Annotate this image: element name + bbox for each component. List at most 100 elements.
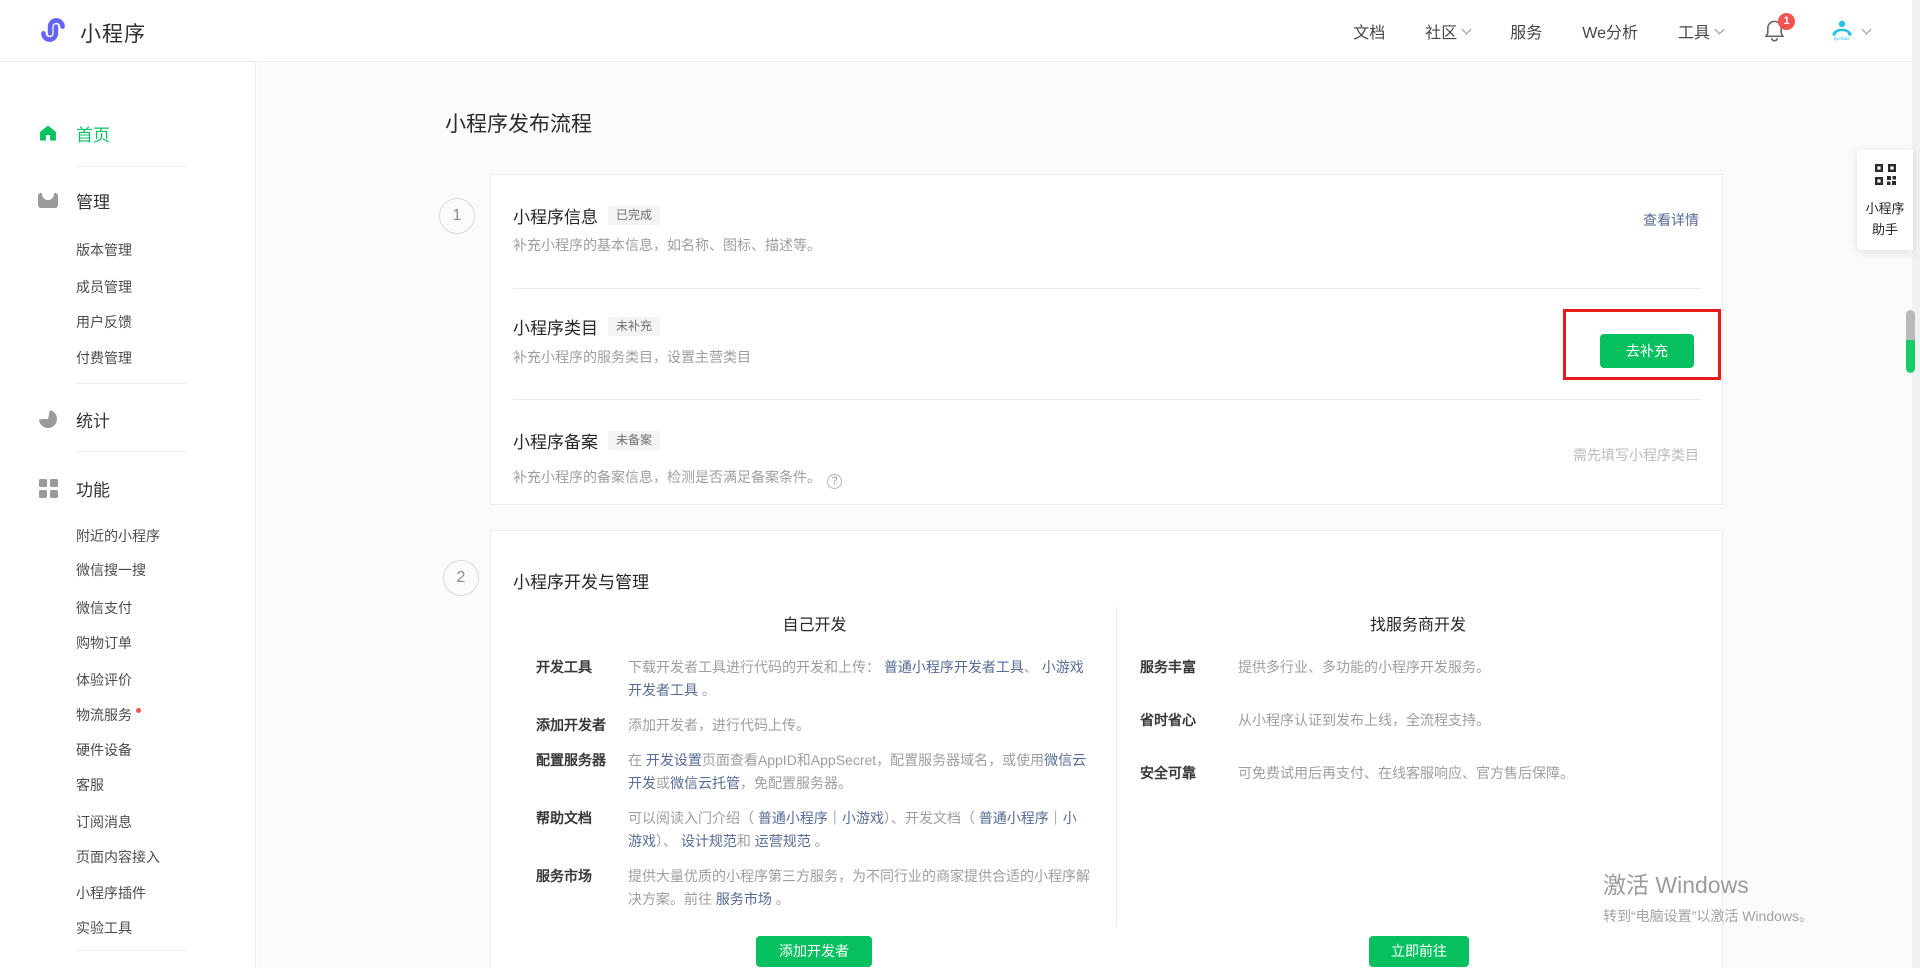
assistant-label: 小程序 助手 [1857,198,1913,240]
divider [513,399,1702,400]
nav-item-community[interactable]: 社区 [1425,19,1470,43]
nav-item-services[interactable]: 服务 [1510,19,1542,43]
dev-row-label: 开发工具 [536,656,628,702]
sidebar-item-wechat-pay[interactable]: 微信支付 [76,597,132,619]
provider-row-text: 可免费试用后再支付、在线客服响应、官方售后保障。 [1238,762,1574,785]
sidebar-item-logistics-service[interactable]: 物流服务 [76,704,141,726]
sidebar-item-wechat-search[interactable]: 微信搜一搜 [76,559,146,581]
inline-link[interactable]: ｜ [1049,810,1063,826]
row-title-icp: 小程序备案 未备案 [513,428,660,453]
sidebar-section-manage[interactable]: 管理 [38,189,110,211]
question-circle-icon[interactable]: ? [827,474,842,489]
sidebar-section-stats[interactable]: 统计 [38,408,110,430]
page-title: 小程序发布流程 [445,108,592,138]
pie-chart-icon [38,409,58,429]
card2-title: 小程序开发与管理 [513,568,649,593]
nav-item-docs[interactable]: 文档 [1353,19,1385,43]
inline-link[interactable]: 服务市场 [716,891,772,907]
sidebar-item-experience-review[interactable]: 体验评价 [76,669,132,691]
sidebar-item-member-manage[interactable]: 成员管理 [76,276,132,298]
sidebar-item-nearby-miniprogram[interactable]: 附近的小程序 [76,525,160,547]
scrollbar-track [1912,0,1920,968]
status-badge-not-filled: 未补充 [608,317,660,336]
inline-link[interactable]: 开发设置 [646,752,702,768]
sidebar-section-label: 功能 [76,476,110,501]
nav-label: 社区 [1425,19,1457,43]
column-header-find-provider: 找服务商开发 [1138,611,1698,633]
sidebar-item-customer-service[interactable]: 客服 [76,774,104,796]
step-number-1: 1 [439,198,475,234]
inline-link[interactable]: 普通小程序开发者工具 [884,659,1024,675]
dev-row-add-developer: 添加开发者 添加开发者，进行代码上传。 [513,714,1116,737]
dev-row-text: 提供大量优质的小程序第三方服务，为不同行业的商家提供合适的小程序解决方案。前往 … [628,865,1090,911]
dev-row-text: 添加开发者，进行代码上传。 [628,714,1090,737]
notifications-button[interactable]: 1 [1763,18,1787,44]
notification-count-badge: 1 [1778,13,1795,30]
icp-prerequisite-note: 需先填写小程序类目 [1573,445,1699,465]
sidebar-item-version-manage[interactable]: 版本管理 [76,239,132,261]
nav-item-we-analytics[interactable]: We分析 [1582,19,1638,43]
inline-link[interactable]: 运营规范 [755,833,811,849]
divider [76,451,186,452]
provider-row-text: 从小程序认证到发布上线，全流程支持。 [1238,709,1490,732]
provider-row-time-saving: 省时省心 从小程序认证到发布上线，全流程支持。 [1138,709,1698,732]
inline-link[interactable]: 普通小程序 [979,810,1049,826]
sidebar-section-features[interactable]: 功能 [38,477,110,499]
inline-link[interactable]: 微信云托管 [670,775,740,791]
nav-item-tools[interactable]: 工具 [1678,19,1723,43]
app-root: 小程序 文档 社区 服务 We分析 工具 [0,0,1920,968]
qr-code-icon [1874,173,1897,190]
sidebar-item-payment-manage[interactable]: 付费管理 [76,347,132,369]
sidebar-item-user-feedback[interactable]: 用户反馈 [76,311,132,333]
header-nav: 文档 社区 服务 We分析 工具 [1353,0,1870,62]
divider [76,950,186,951]
status-badge-completed: 已完成 [608,206,660,225]
inline-link[interactable]: 小游戏 [842,810,884,826]
apps-grid-icon [38,478,58,498]
miniprogram-logo[interactable]: 小程序 [38,15,146,50]
sidebar-section-label: 管理 [76,188,110,213]
archive-icon [38,190,58,210]
column-header-self-develop: 自己开发 [513,611,1116,633]
row-desc-info: 补充小程序的基本信息，如名称、图标、描述等。 [513,235,821,255]
sidebar-item-shopping-orders[interactable]: 购物订单 [76,632,132,654]
scrollbar-thumb-gray[interactable] [1906,310,1915,341]
bell-icon [1763,30,1786,47]
top-header: 小程序 文档 社区 服务 We分析 工具 [0,0,1920,62]
inline-link[interactable]: ｜ [828,810,842,826]
card-miniprogram-setup: 小程序信息 已完成 补充小程序的基本信息，如名称、图标、描述等。 查看详情 小程… [490,174,1723,505]
dev-row-help-docs: 帮助文档 可以阅读入门介绍（ 普通小程序｜小游戏）、开发文档（ 普通小程序｜小游… [513,807,1116,853]
sidebar-item-home[interactable]: 首页 [38,122,110,144]
sidebar-item-experimental-tools[interactable]: 实验工具 [76,917,132,939]
row-title-category: 小程序类目 未补充 [513,314,660,339]
provider-row-text: 提供多行业、多功能的小程序开发服务。 [1238,656,1490,679]
scrollbar-thumb-green[interactable] [1906,340,1915,373]
dev-row-label: 帮助文档 [536,807,628,853]
fill-category-button[interactable]: 去补充 [1600,334,1694,368]
logo-text: 小程序 [80,18,146,48]
sidebar-item-page-content-access[interactable]: 页面内容接入 [76,846,160,868]
dev-row-label: 服务市场 [536,865,628,911]
sidebar-item-hardware-devices[interactable]: 硬件设备 [76,739,132,761]
chevron-down-icon [1715,24,1725,34]
view-details-link[interactable]: 查看详情 [1643,210,1699,230]
miniprogram-assistant-widget[interactable]: 小程序 助手 [1857,150,1913,250]
inline-link[interactable]: 普通小程序 [758,810,828,826]
sidebar-item-miniprogram-plugins[interactable]: 小程序插件 [76,882,146,904]
column-divider [1116,607,1117,925]
row-title-info: 小程序信息 已完成 [513,203,660,228]
dev-row-label: 配置服务器 [536,749,628,795]
sidebar-section-label: 统计 [76,407,110,432]
dev-row-service-market: 服务市场 提供大量优质的小程序第三方服务，为不同行业的商家提供合适的小程序解决方… [513,865,1116,911]
nav-label: We分析 [1582,19,1638,43]
row-desc-category: 补充小程序的服务类目，设置主营类目 [513,347,751,367]
add-developer-button[interactable]: 添加开发者 [756,936,872,967]
inline-link[interactable]: 设计规范 [681,833,737,849]
home-icon [38,123,58,143]
account-menu[interactable]: kychakr [1827,16,1870,46]
sidebar-item-subscribe-messages[interactable]: 订阅消息 [76,811,132,833]
avatar[interactable]: kychakr [1827,16,1857,46]
avatar-logo [1831,20,1853,37]
dev-row-tools: 开发工具 下载开发者工具进行代码的开发和上传： 普通小程序开发者工具、 小游戏开… [513,656,1116,702]
go-now-button[interactable]: 立即前往 [1369,936,1469,967]
